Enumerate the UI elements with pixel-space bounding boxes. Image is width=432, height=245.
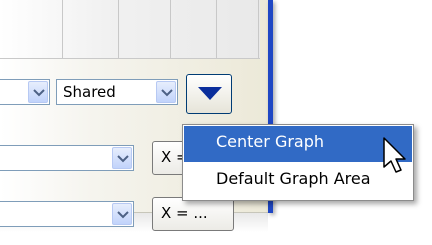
shared-dropdown-button[interactable]: [156, 81, 176, 103]
combo-dropdown-button[interactable]: [28, 81, 48, 103]
menu-item-center-graph[interactable]: Center Graph: [184, 126, 412, 162]
chevron-down-icon: [117, 211, 129, 219]
header-divider: [216, 0, 217, 58]
header-divider: [170, 0, 171, 58]
table-header: [0, 0, 260, 59]
menu-item-default-graph-area[interactable]: Default Graph Area: [184, 163, 412, 199]
mouse-pointer-icon: [383, 137, 406, 173]
chevron-down-icon: [198, 87, 222, 100]
row2-select[interactable]: [0, 201, 134, 227]
graph-options-button[interactable]: [186, 74, 232, 114]
chevron-down-icon: [161, 89, 173, 97]
shared-select[interactable]: Shared: [56, 79, 178, 105]
shared-select-value: Shared: [63, 83, 116, 101]
header-divider: [62, 0, 63, 58]
row2-x-button[interactable]: X = ...: [152, 197, 234, 231]
row2-dropdown-button[interactable]: [112, 203, 132, 225]
combo-left-top[interactable]: [0, 79, 50, 105]
header-divider: [118, 0, 119, 58]
header-divider: [258, 0, 259, 58]
chevron-down-icon: [117, 155, 129, 163]
row1-dropdown-button[interactable]: [112, 147, 132, 169]
screenshot-stage: Shared X = ... X = ... Center Graph Defa…: [0, 0, 432, 245]
chevron-down-icon: [33, 89, 45, 97]
graph-context-menu: Center Graph Default Graph Area: [182, 124, 414, 201]
row1-select[interactable]: [0, 145, 134, 171]
